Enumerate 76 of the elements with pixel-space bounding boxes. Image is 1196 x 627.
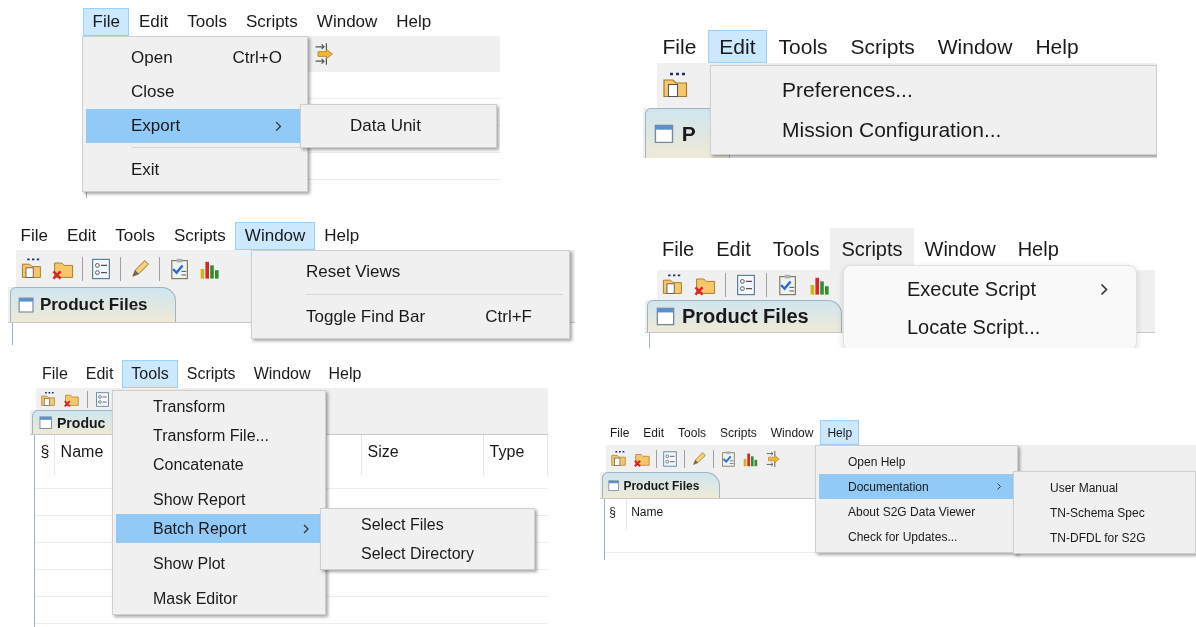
menu-bar-item[interactable]: Help <box>319 360 371 388</box>
menu-bar-item[interactable]: File <box>83 8 130 36</box>
menu-bar-item[interactable]: Edit <box>705 228 762 270</box>
window-icon <box>656 307 675 326</box>
list-icon[interactable] <box>734 273 758 297</box>
menu-item[interactable]: Concatenate <box>116 450 322 479</box>
window-icon <box>17 296 34 314</box>
menu-bar-item[interactable]: Window <box>235 222 315 250</box>
menu-bar-item[interactable]: Window <box>244 360 320 388</box>
menu-bar-item[interactable]: Scripts <box>177 360 245 388</box>
menu-item[interactable]: Mask Editor <box>116 584 322 613</box>
menu-bar-item[interactable]: Help <box>386 8 441 36</box>
menu-bar-item[interactable]: Help <box>314 222 369 250</box>
column-header[interactable]: § <box>605 499 627 530</box>
menu-bar-item[interactable]: Tools <box>177 8 237 36</box>
menu-bar-item[interactable]: Tools <box>122 360 178 388</box>
folder-icon[interactable] <box>20 256 44 281</box>
column-header[interactable]: § <box>35 435 55 476</box>
menu-item[interactable]: Exit <box>86 153 304 187</box>
menu-bar-item[interactable]: Scripts <box>236 8 308 36</box>
column-header[interactable]: Type <box>484 435 548 476</box>
list-icon[interactable] <box>661 449 680 468</box>
folder-icon[interactable] <box>610 449 628 468</box>
view-tab[interactable]: Product Files <box>602 472 720 498</box>
list-icon[interactable] <box>94 390 112 408</box>
folder-icon[interactable] <box>40 390 57 408</box>
menu-bar-item[interactable]: Scripts <box>164 222 236 250</box>
menu-item[interactable]: Show Plot <box>116 549 322 578</box>
menu-item[interactable]: TN-Schema Spec <box>1017 500 1192 525</box>
menu-bar-item[interactable]: Edit <box>129 8 178 36</box>
menu-bar-item[interactable]: File <box>11 222 58 250</box>
menu-item[interactable]: Data Unit <box>304 109 493 143</box>
menu-item[interactable]: Select Files <box>324 510 531 539</box>
menu-item[interactable]: User Manual <box>1017 475 1192 500</box>
menu-item[interactable]: TN-DFDL for S2G <box>1017 525 1192 550</box>
menu-bar-item[interactable]: Tools <box>761 228 831 270</box>
menu-item[interactable]: Batch Report <box>116 514 322 543</box>
menu-item[interactable]: Select Directory <box>324 539 531 568</box>
folder-icon[interactable] <box>661 273 685 297</box>
menu-bar-item[interactable]: Edit <box>57 222 106 250</box>
menu-item[interactable]: Open Help <box>819 449 1014 474</box>
window-icon <box>38 415 52 430</box>
view-tab[interactable]: Product Files <box>10 287 176 322</box>
arrows-icon[interactable] <box>764 449 783 468</box>
menu-bar-item[interactable]: Window <box>307 8 387 36</box>
menu-item[interactable]: Toggle Find Bar Ctrl+F <box>255 299 566 335</box>
menu-bar-item[interactable]: Scripts <box>830 228 914 270</box>
menu-item[interactable]: Reset Views <box>255 254 566 290</box>
menu-bar-item[interactable]: Help <box>820 420 860 445</box>
menu-item[interactable]: Locate Script... <box>847 308 1133 346</box>
menu-bar-item[interactable]: Help <box>1023 30 1091 63</box>
view-tab[interactable]: Product Files <box>647 300 842 332</box>
menu-bar-item[interactable]: Edit <box>76 360 123 388</box>
menu-bar-item[interactable]: Tools <box>105 222 165 250</box>
menu-bar-item[interactable]: Window <box>926 30 1024 63</box>
menu-item[interactable]: Execute Script <box>847 270 1133 308</box>
menu-bar-item[interactable]: Scripts <box>839 30 927 63</box>
menu-bar-item[interactable]: Window <box>763 420 821 445</box>
menu-bar-item[interactable]: File <box>603 420 637 445</box>
menu-bar-item[interactable]: Scripts <box>713 420 764 445</box>
pen-icon[interactable] <box>690 449 708 468</box>
menu-bar-item[interactable]: File <box>651 30 708 63</box>
menu-item[interactable]: Preferences... <box>714 70 1153 110</box>
menu-item[interactable]: Open Ctrl+O <box>86 41 304 75</box>
menu-bar-item[interactable]: Edit <box>707 30 768 63</box>
menu-bar-item[interactable]: Edit <box>636 420 672 445</box>
menu-bar-item[interactable]: Tools <box>671 420 714 445</box>
menu-item[interactable]: Documentation <box>819 474 1014 499</box>
menu-item[interactable]: Show Report <box>116 485 322 514</box>
menu-item[interactable]: Close <box>86 75 304 109</box>
menu-bar-item[interactable]: Tools <box>767 30 840 63</box>
column-header[interactable]: Size <box>362 435 484 476</box>
menu-bar-item[interactable]: File <box>33 360 77 388</box>
menu-bar-item[interactable]: File <box>651 228 706 270</box>
window-icon <box>607 479 620 492</box>
window-icon <box>654 123 675 144</box>
